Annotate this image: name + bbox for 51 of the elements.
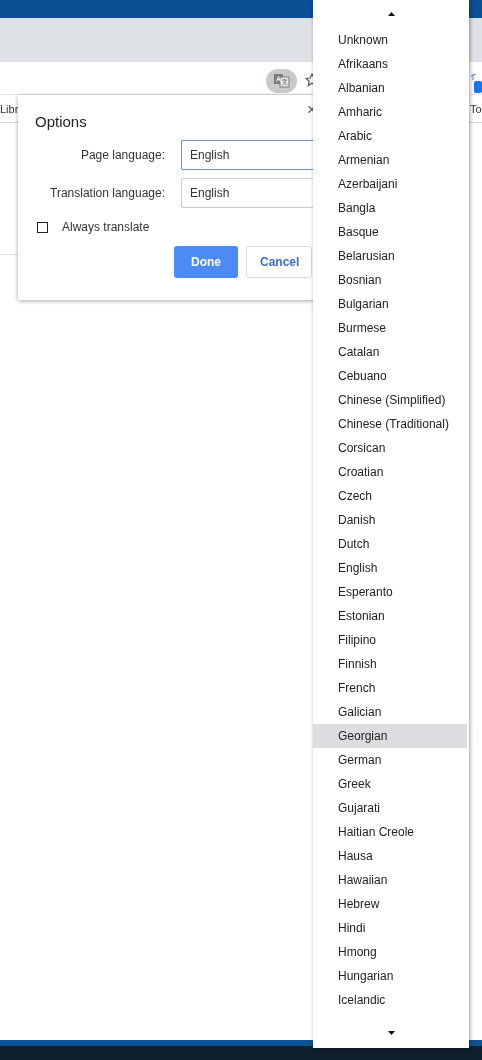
language-option[interactable]: Filipino <box>313 628 467 652</box>
language-dropdown-menu[interactable] <box>313 0 469 1048</box>
translate-button[interactable] <box>266 69 297 93</box>
field-label: Translation language: <box>50 186 165 200</box>
language-option[interactable]: Finnish <box>313 652 467 676</box>
language-option[interactable]: German <box>313 748 467 772</box>
scroll-up-icon[interactable] <box>387 12 395 16</box>
bookmark-link[interactable]: Libr <box>0 103 19 115</box>
language-option[interactable]: Icelandic <box>313 988 467 1012</box>
language-option[interactable]: Esperanto <box>313 580 467 604</box>
language-option[interactable]: Chinese (Simplified) <box>313 388 467 412</box>
language-option[interactable]: Albanian <box>313 76 467 100</box>
language-option[interactable]: English <box>313 556 467 580</box>
language-option[interactable]: French <box>313 676 467 700</box>
language-option[interactable]: Estonian <box>313 604 467 628</box>
language-option[interactable]: Cebuano <box>313 364 467 388</box>
cancel-button[interactable]: Cancel <box>246 246 312 278</box>
language-option[interactable]: Corsican <box>313 436 467 460</box>
language-option[interactable]: Danish <box>313 508 467 532</box>
language-option[interactable]: Hausa <box>313 844 467 868</box>
language-option[interactable]: Burmese <box>313 316 467 340</box>
language-option[interactable]: Hungarian <box>313 964 467 988</box>
language-option[interactable]: Catalan <box>313 340 467 364</box>
bookmark-link[interactable]: To <box>470 103 482 115</box>
language-option[interactable]: Unknown <box>313 28 467 52</box>
dialog-title: Options <box>35 113 87 130</box>
extension-icon[interactable] <box>470 73 482 93</box>
language-option[interactable]: Croatian <box>313 460 467 484</box>
checkbox-label: Always translate <box>62 220 150 234</box>
language-option[interactable]: Dutch <box>313 532 467 556</box>
language-option[interactable]: Amharic <box>313 100 467 124</box>
language-option[interactable]: Belarusian <box>313 244 467 268</box>
language-option[interactable]: Hmong <box>313 940 467 964</box>
language-option[interactable]: Afrikaans <box>313 52 467 76</box>
language-option[interactable]: Georgian <box>313 724 467 748</box>
language-option[interactable]: Chinese (Traditional) <box>313 412 467 436</box>
language-option[interactable]: Hebrew <box>313 892 467 916</box>
language-option[interactable]: Hawaiian <box>313 868 467 892</box>
language-option[interactable]: Bulgarian <box>313 292 467 316</box>
field-label: Page language: <box>80 148 165 162</box>
language-option[interactable]: Czech <box>313 484 467 508</box>
scroll-down-icon[interactable] <box>387 1031 395 1035</box>
language-option[interactable]: Hindi <box>313 916 467 940</box>
language-option[interactable]: Galician <box>313 700 467 724</box>
language-option[interactable]: Bosnian <box>313 268 467 292</box>
checkbox[interactable] <box>37 221 48 233</box>
language-option[interactable]: Basque <box>313 220 467 244</box>
language-option[interactable]: Gujarati <box>313 796 467 820</box>
translate-icon <box>273 74 290 88</box>
language-option[interactable]: Haitian Creole <box>313 820 467 844</box>
language-option[interactable]: Greek <box>313 772 467 796</box>
